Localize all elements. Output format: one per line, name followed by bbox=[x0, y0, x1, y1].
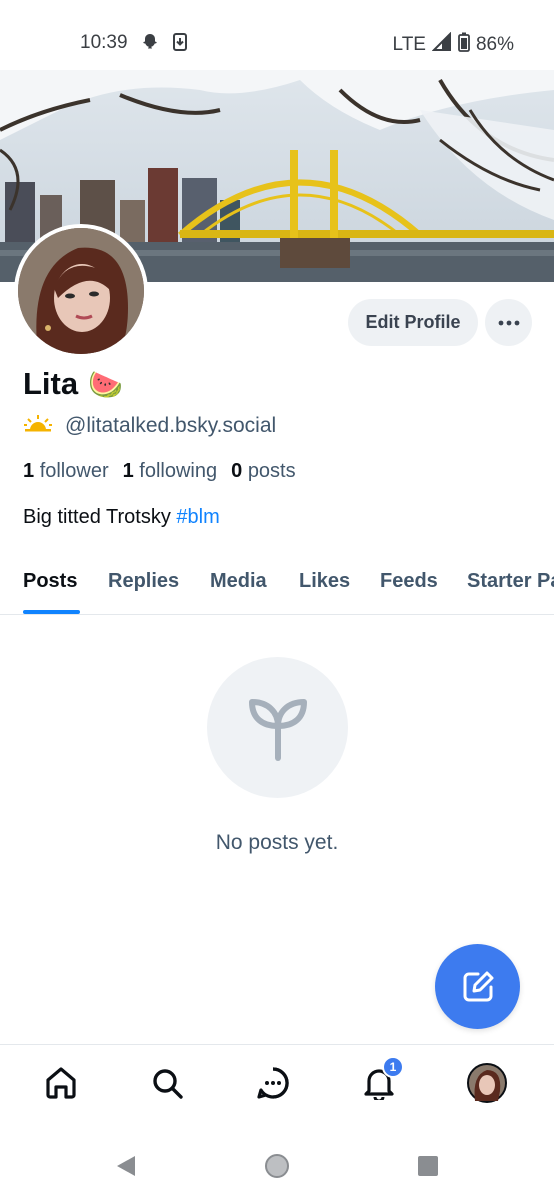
home-circle-icon bbox=[265, 1154, 289, 1178]
followers-label: follower bbox=[39, 460, 109, 482]
bottom-nav bbox=[0, 1044, 554, 1124]
search-nav-button[interactable] bbox=[147, 1063, 187, 1103]
bio-text: Big titted Trotsky bbox=[23, 506, 177, 528]
tab-starter-packs[interactable]: Starter Packs bbox=[467, 570, 554, 593]
battery-icon bbox=[458, 32, 470, 58]
download-icon bbox=[170, 32, 190, 52]
display-name: Lita 🍉 bbox=[23, 366, 123, 402]
handle: @litatalked.bsky.social bbox=[65, 414, 277, 437]
sunrise-icon bbox=[23, 414, 53, 438]
followers-stat[interactable]: 1 follower bbox=[23, 460, 109, 483]
profile-bio: Big titted Trotsky #blm bbox=[23, 506, 220, 529]
back-button[interactable] bbox=[113, 1153, 139, 1179]
profile-avatar-icon bbox=[467, 1063, 507, 1103]
watermelon-emoji: 🍉 bbox=[88, 368, 123, 400]
search-icon bbox=[153, 1069, 183, 1099]
home-system-button[interactable] bbox=[264, 1153, 290, 1179]
status-time: 10:39 bbox=[80, 32, 128, 53]
compose-post-button[interactable] bbox=[435, 944, 520, 1029]
compose-icon bbox=[463, 971, 493, 1001]
empty-state-icon-circle bbox=[207, 657, 348, 798]
display-name-text: Lita bbox=[23, 366, 79, 401]
recents-square-icon bbox=[418, 1156, 438, 1176]
profile-stats: 1 follower 1 following 0 posts bbox=[23, 460, 296, 483]
profile-avatar[interactable] bbox=[14, 224, 148, 358]
back-triangle-icon bbox=[117, 1156, 135, 1176]
chat-icon bbox=[257, 1067, 289, 1099]
recents-button[interactable] bbox=[415, 1153, 441, 1179]
home-nav-button[interactable] bbox=[41, 1063, 81, 1103]
more-options-icon bbox=[498, 320, 519, 325]
status-right-group: LTE 86% bbox=[392, 31, 514, 58]
chat-nav-button[interactable] bbox=[253, 1063, 293, 1103]
posts-label: posts bbox=[247, 460, 296, 482]
following-count: 1 bbox=[122, 460, 134, 482]
home-icon bbox=[46, 1067, 76, 1099]
network-label: LTE bbox=[392, 34, 426, 55]
status-bar: 10:39 LTE 86% bbox=[0, 0, 554, 70]
profile-nav-button[interactable] bbox=[467, 1063, 507, 1103]
sprout-icon bbox=[248, 698, 307, 761]
notification-badge: 1 bbox=[382, 1056, 404, 1078]
posts-stat: 0 posts bbox=[231, 460, 296, 483]
tab-replies[interactable]: Replies bbox=[108, 570, 179, 593]
posts-count: 0 bbox=[231, 460, 243, 482]
following-stat[interactable]: 1 following bbox=[123, 460, 218, 483]
signal-icon bbox=[431, 31, 452, 58]
snapchat-icon bbox=[140, 32, 160, 52]
tab-likes[interactable]: Likes bbox=[299, 570, 350, 593]
more-options-button[interactable] bbox=[485, 299, 532, 346]
active-tab-indicator bbox=[23, 610, 80, 614]
followers-count: 1 bbox=[23, 460, 35, 482]
tab-media[interactable]: Media bbox=[210, 570, 267, 593]
handle-row: @litatalked.bsky.social bbox=[23, 414, 276, 438]
battery-level: 86% bbox=[475, 34, 514, 55]
following-label: following bbox=[139, 460, 218, 482]
profile-tabs: Posts Replies Media Likes Feeds Starter … bbox=[0, 560, 554, 615]
edit-profile-button[interactable]: Edit Profile bbox=[348, 299, 478, 346]
empty-state-message: No posts yet. bbox=[215, 831, 339, 854]
bio-hashtag-link[interactable]: #blm bbox=[176, 506, 219, 528]
tab-posts[interactable]: Posts bbox=[23, 570, 77, 593]
tab-feeds[interactable]: Feeds bbox=[380, 570, 438, 593]
